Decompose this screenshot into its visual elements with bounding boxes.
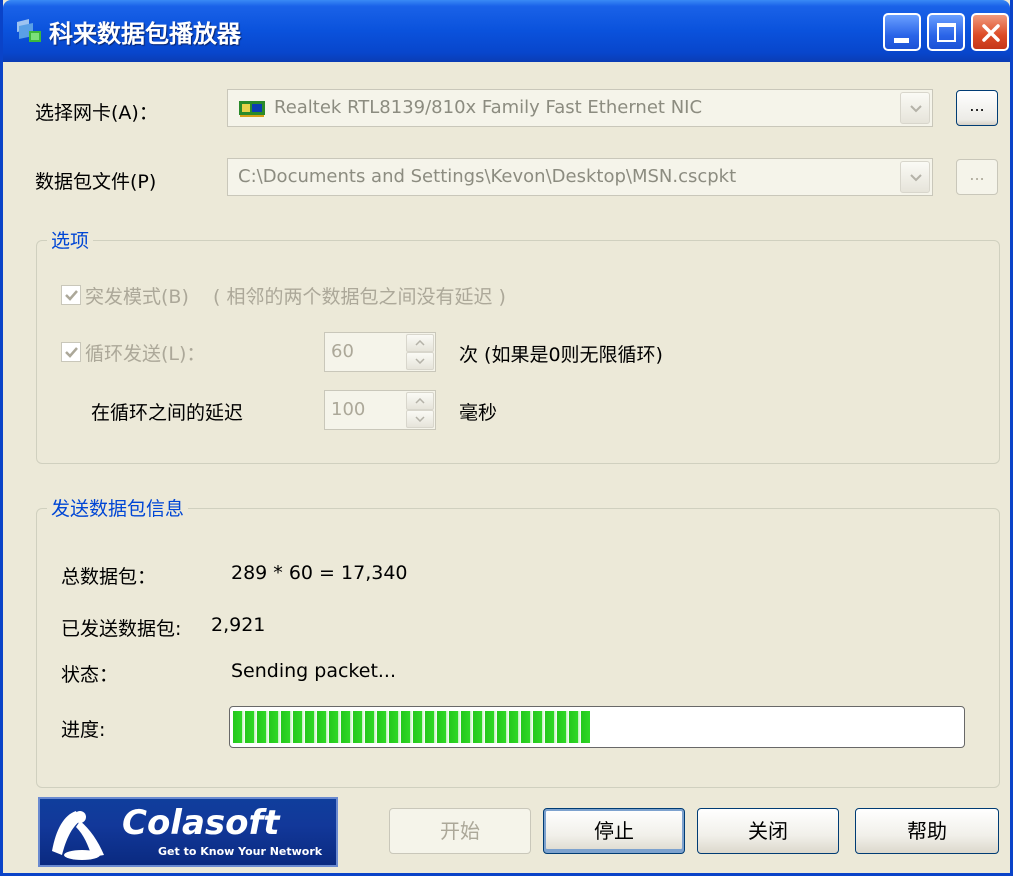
minimize-icon	[894, 38, 909, 43]
colasoft-logo: Colasoft Get to Know Your Network	[38, 797, 338, 867]
checkmark-icon	[65, 347, 78, 358]
burst-mode-note: ( 相邻的两个数据包之间没有延迟 )	[213, 286, 506, 308]
loop-count-stepper[interactable]: 60	[324, 332, 436, 372]
checkmark-icon	[65, 290, 78, 301]
help-button[interactable]: 帮助	[855, 808, 999, 854]
total-packets-value: 289 * 60 = 17,340	[231, 562, 408, 584]
file-label: 数据包文件(P)	[35, 171, 157, 193]
minimize-button[interactable]	[883, 13, 921, 51]
chevron-down-icon	[910, 174, 922, 182]
loop-delay-down-button[interactable]	[406, 410, 434, 428]
window-title: 科来数据包播放器	[49, 20, 241, 48]
nic-dropdown-button[interactable]	[900, 92, 930, 124]
send-progress-bar	[229, 706, 965, 748]
loop-delay-unit: 毫秒	[459, 402, 498, 424]
app-icon	[17, 19, 41, 42]
packet-player-window: 科来数据包播放器 选择网卡(A)： Realtek RTL8139/810x F…	[0, 0, 1013, 876]
loop-count-suffix: 次 (如果是0则无限循环)	[459, 344, 663, 366]
progress-label: 进度:	[61, 719, 106, 741]
loop-count-up-button[interactable]	[406, 334, 434, 352]
start-button[interactable]: 开始	[389, 808, 531, 854]
nic-select[interactable]: Realtek RTL8139/810x Family Fast Etherne…	[227, 89, 933, 127]
nic-value: Realtek RTL8139/810x Family Fast Etherne…	[274, 97, 703, 118]
logo-tagline: Get to Know Your Network	[158, 845, 323, 858]
loop-count-down-button[interactable]	[406, 352, 434, 370]
loop-delay-label: 在循环之间的延迟	[91, 402, 244, 424]
logo-name: Colasoft	[122, 803, 280, 843]
sent-packets-label: 已发送数据包:	[61, 618, 182, 640]
loop-send-checkbox[interactable]	[61, 342, 81, 362]
chevron-down-icon	[910, 105, 922, 113]
arrow-up-icon	[415, 398, 425, 404]
arrow-up-icon	[415, 340, 425, 346]
loop-delay-up-button[interactable]	[406, 392, 434, 410]
arrow-down-icon	[415, 358, 425, 364]
file-dropdown-button[interactable]	[900, 161, 930, 193]
nic-browse-button[interactable]: ...	[956, 90, 998, 126]
stop-button[interactable]: 停止	[543, 808, 685, 854]
network-card-icon	[239, 101, 265, 117]
send-info-group-title: 发送数据包信息	[47, 494, 189, 521]
loop-count-value: 60	[331, 341, 354, 362]
sent-packets-value: 2,921	[211, 614, 266, 636]
total-packets-label: 总数据包：	[61, 566, 157, 588]
progress-fill	[233, 711, 590, 743]
close-icon	[982, 24, 1000, 42]
colasoft-logo-icon	[52, 811, 104, 860]
file-select[interactable]: C:\Documents and Settings\Kevon\Desktop\…	[227, 158, 933, 196]
burst-mode-label: 突发模式(B)	[85, 286, 189, 308]
nic-label: 选择网卡(A)：	[35, 102, 158, 124]
file-value: C:\Documents and Settings\Kevon\Desktop\…	[238, 166, 737, 187]
title-bar[interactable]: 科来数据包播放器	[3, 0, 1010, 62]
file-browse-button[interactable]: ...	[956, 159, 998, 195]
loop-delay-value: 100	[331, 399, 366, 420]
options-group-title: 选项	[47, 226, 94, 253]
burst-mode-checkbox[interactable]	[61, 285, 81, 305]
maximize-icon	[937, 23, 956, 42]
maximize-button[interactable]	[927, 13, 965, 51]
loop-delay-stepper[interactable]: 100	[324, 390, 436, 430]
loop-send-label: 循环发送(L)：	[85, 343, 206, 365]
close-button[interactable]: 关闭	[697, 808, 839, 854]
arrow-down-icon	[415, 416, 425, 422]
status-label: 状态：	[61, 664, 119, 686]
close-window-button[interactable]	[971, 13, 1009, 51]
status-value: Sending packet...	[231, 660, 397, 682]
